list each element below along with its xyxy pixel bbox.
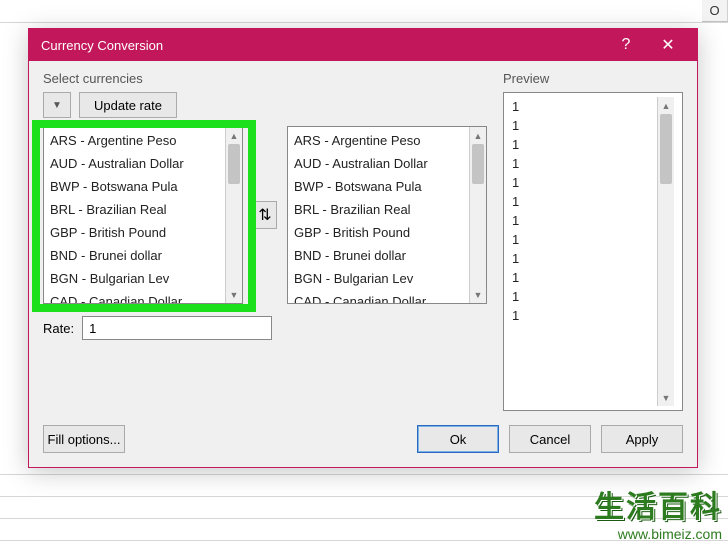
cancel-button[interactable]: Cancel: [509, 425, 591, 453]
list-item[interactable]: BWP - Botswana Pula: [48, 175, 221, 198]
list-item[interactable]: BND - Brunei dollar: [48, 244, 221, 267]
preview-line: 1: [512, 249, 657, 268]
preview-line: 1: [512, 287, 657, 306]
fill-options-button[interactable]: Fill options...: [43, 425, 125, 453]
help-button[interactable]: ?: [605, 29, 647, 61]
preview-label: Preview: [503, 71, 683, 86]
preview-line: 1: [512, 192, 657, 211]
select-currencies-label: Select currencies: [43, 71, 487, 86]
watermark: 生活百科 www.bimeiz.com: [594, 482, 722, 542]
list-item[interactable]: BGN - Bulgarian Lev: [292, 267, 465, 290]
preview-line: 1: [512, 306, 657, 325]
scroll-thumb[interactable]: [228, 144, 240, 184]
list-item[interactable]: BND - Brunei dollar: [292, 244, 465, 267]
list-item[interactable]: BRL - Brazilian Real: [48, 198, 221, 221]
options-dropdown[interactable]: ▼: [43, 92, 71, 118]
dialog-titlebar[interactable]: Currency Conversion ? ✕: [29, 29, 697, 61]
list-item[interactable]: BGN - Bulgarian Lev: [48, 267, 221, 290]
scroll-up-icon[interactable]: ▲: [470, 127, 486, 144]
preview-line: 1: [512, 154, 657, 173]
watermark-text: 生活百科: [594, 482, 722, 526]
scroll-up-icon[interactable]: ▲: [226, 127, 242, 144]
preview-line: 1: [512, 268, 657, 287]
scroll-thumb[interactable]: [472, 144, 484, 184]
list-item[interactable]: GBP - British Pound: [48, 221, 221, 244]
scrollbar[interactable]: ▲ ▼: [225, 127, 242, 303]
apply-button[interactable]: Apply: [601, 425, 683, 453]
scroll-down-icon[interactable]: ▼: [226, 286, 242, 303]
scrollbar[interactable]: ▲ ▼: [469, 127, 486, 303]
preview-listbox: 1 1 1 1 1 1 1 1 1 1 1 1 ▲ ▼: [503, 92, 683, 411]
dialog-title: Currency Conversion: [41, 38, 605, 53]
rate-input[interactable]: [82, 316, 272, 340]
swap-currencies-button[interactable]: ⇅: [253, 201, 277, 229]
preview-line: 1: [512, 116, 657, 135]
close-button[interactable]: ✕: [647, 29, 689, 61]
list-item[interactable]: AUD - Australian Dollar: [292, 152, 465, 175]
scroll-up-icon[interactable]: ▲: [658, 97, 674, 114]
list-item[interactable]: ARS - Argentine Peso: [48, 129, 221, 152]
list-item[interactable]: CAD - Canadian Dollar: [48, 290, 221, 303]
preview-line: 1: [512, 97, 657, 116]
scrollbar[interactable]: ▲ ▼: [657, 97, 674, 406]
scroll-down-icon[interactable]: ▼: [470, 286, 486, 303]
ok-button[interactable]: Ok: [417, 425, 499, 453]
list-item[interactable]: AUD - Australian Dollar: [48, 152, 221, 175]
list-item[interactable]: BWP - Botswana Pula: [292, 175, 465, 198]
to-currency-listbox[interactable]: ARS - Argentine Peso AUD - Australian Do…: [287, 126, 487, 304]
list-item[interactable]: CAD - Canadian Dollar: [292, 290, 465, 303]
preview-line: 1: [512, 135, 657, 154]
from-currency-listbox[interactable]: ARS - Argentine Peso AUD - Australian Do…: [43, 126, 243, 304]
list-item[interactable]: BRL - Brazilian Real: [292, 198, 465, 221]
watermark-url: www.bimeiz.com: [618, 526, 722, 542]
update-rate-button[interactable]: Update rate: [79, 92, 177, 118]
rate-label: Rate:: [43, 321, 74, 336]
column-header-o[interactable]: O: [702, 0, 728, 22]
close-icon: ✕: [661, 35, 674, 55]
list-item[interactable]: ARS - Argentine Peso: [292, 129, 465, 152]
scroll-down-icon[interactable]: ▼: [658, 389, 674, 406]
preview-line: 1: [512, 211, 657, 230]
preview-line: 1: [512, 230, 657, 249]
scroll-thumb[interactable]: [660, 114, 672, 184]
currency-conversion-dialog: Currency Conversion ? ✕ Select currencie…: [28, 28, 698, 468]
help-icon: ?: [622, 36, 631, 54]
preview-line: 1: [512, 173, 657, 192]
list-item[interactable]: GBP - British Pound: [292, 221, 465, 244]
